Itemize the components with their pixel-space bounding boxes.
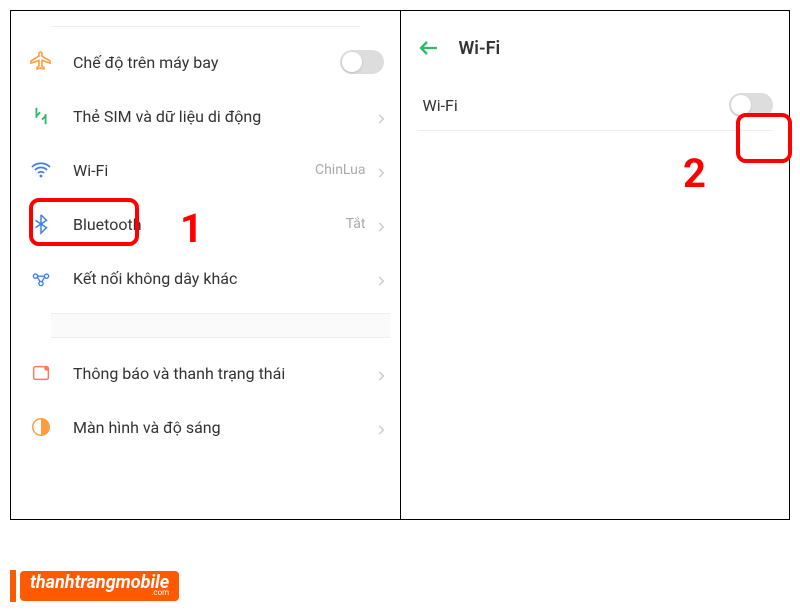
chevron-right-icon bbox=[374, 368, 384, 378]
airplane-label: Chế độ trên máy bay bbox=[73, 53, 340, 72]
wireless-label: Kết nối không dây khác bbox=[73, 269, 374, 288]
chevron-right-icon bbox=[374, 165, 384, 175]
watermark-logo: thanhtrangmobile .com bbox=[20, 571, 179, 601]
chevron-right-icon bbox=[374, 219, 384, 229]
dual-screenshot-container: Chế độ trên máy bay Thẻ SIM và dữ liệu d… bbox=[10, 10, 790, 520]
back-arrow-icon[interactable] bbox=[417, 36, 441, 60]
wireless-icon bbox=[27, 264, 55, 292]
wifi-toggle[interactable] bbox=[729, 93, 773, 117]
wifi-icon bbox=[27, 156, 55, 184]
display-row[interactable]: Màn hình và độ sáng bbox=[21, 400, 390, 454]
wifi-label: Wi-Fi bbox=[73, 161, 315, 180]
wifi-value: ChinLua bbox=[315, 162, 366, 178]
bluetooth-value: Tắt bbox=[346, 216, 366, 232]
settings-panel: Chế độ trên máy bay Thẻ SIM và dữ liệu d… bbox=[11, 11, 401, 519]
watermark-bar bbox=[10, 570, 16, 602]
notification-icon bbox=[27, 359, 55, 387]
wifi-toggle-label: Wi-Fi bbox=[423, 96, 730, 115]
bluetooth-icon bbox=[27, 210, 55, 238]
airplane-mode-row[interactable]: Chế độ trên máy bay bbox=[21, 35, 390, 89]
section-divider bbox=[51, 313, 390, 338]
divider bbox=[51, 26, 360, 27]
display-label: Màn hình và độ sáng bbox=[73, 418, 374, 437]
divider bbox=[417, 130, 774, 131]
notification-row[interactable]: Thông báo và thanh trạng thái bbox=[21, 346, 390, 400]
bluetooth-row[interactable]: Bluetooth Tắt bbox=[21, 197, 390, 251]
chevron-right-icon bbox=[374, 111, 384, 121]
wireless-row[interactable]: Kết nối không dây khác bbox=[21, 251, 390, 305]
wifi-toggle-row[interactable]: Wi-Fi bbox=[411, 80, 780, 130]
display-icon bbox=[27, 413, 55, 441]
wifi-header: Wi-Fi bbox=[411, 26, 780, 80]
sim-data-row[interactable]: Thẻ SIM và dữ liệu di động bbox=[21, 89, 390, 143]
bluetooth-label: Bluetooth bbox=[73, 215, 346, 234]
wifi-row[interactable]: Wi-Fi ChinLua bbox=[21, 143, 390, 197]
chevron-right-icon bbox=[374, 273, 384, 283]
chevron-right-icon bbox=[374, 422, 384, 432]
watermark-suffix: .com bbox=[30, 590, 169, 597]
watermark: thanhtrangmobile .com bbox=[10, 570, 179, 602]
wifi-panel: Wi-Fi Wi-Fi bbox=[401, 11, 790, 519]
airplane-icon bbox=[27, 48, 55, 76]
notification-label: Thông báo và thanh trạng thái bbox=[73, 364, 374, 383]
wifi-page-title: Wi-Fi bbox=[459, 38, 501, 59]
watermark-brand: thanhtrangmobile bbox=[30, 575, 169, 590]
sim-icon bbox=[27, 102, 55, 130]
airplane-toggle[interactable] bbox=[340, 50, 384, 74]
sim-label: Thẻ SIM và dữ liệu di động bbox=[73, 107, 374, 126]
